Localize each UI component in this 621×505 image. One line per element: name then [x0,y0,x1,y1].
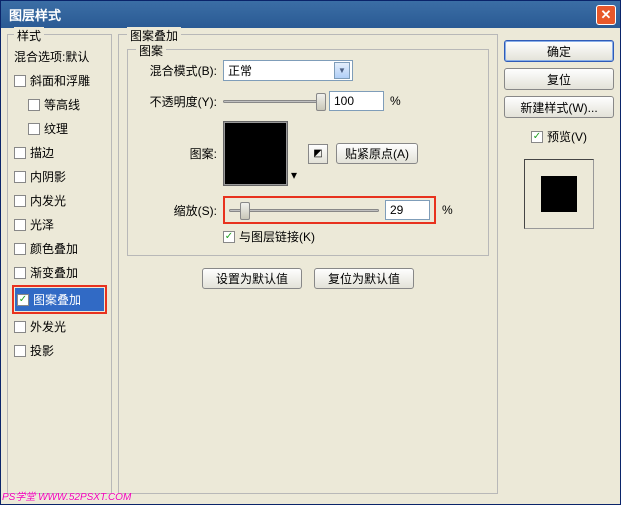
opacity-unit: % [390,94,401,108]
snap-origin-button[interactable]: 贴紧原点(A) [336,143,418,164]
window-title: 图层样式 [5,5,596,24]
style-item-contour[interactable]: 等高线 [12,93,107,116]
scale-slider[interactable] [229,209,379,212]
close-button[interactable]: ✕ [596,5,616,25]
blend-mode-row: 混合模式(B): 正常 ▼ [138,60,478,81]
link-row: ✓与图层链接(K) [223,228,478,245]
default-buttons-row: 设置为默认值 复位为默认值 [127,268,489,289]
preview-checkbox[interactable]: ✓预览(V) [504,128,614,145]
scale-row: 缩放(S): 29 % [138,196,478,224]
chevron-down-icon: ▼ [334,62,350,79]
layer-style-dialog: 图层样式 ✕ 样式 混合选项:默认 斜面和浮雕 等高线 纹理 描边 内阴影 内发… [0,0,621,505]
style-item-color-overlay[interactable]: 颜色叠加 [12,237,107,260]
highlight-pattern-overlay: ✓图案叠加 [12,285,107,314]
style-item-inner-glow[interactable]: 内发光 [12,189,107,212]
pattern-row: 图案: ▾ ◩ 贴紧原点(A) [138,121,478,186]
style-item-stroke[interactable]: 描边 [12,141,107,164]
preview-box [524,159,594,229]
pattern-group: 图案 混合模式(B): 正常 ▼ 不透明度(Y): 100 [127,49,489,256]
style-list-panel: 样式 混合选项:默认 斜面和浮雕 等高线 纹理 描边 内阴影 内发光 光泽 颜色… [7,34,112,498]
pattern-dropdown-icon[interactable]: ▾ [288,121,300,186]
style-item-pattern-overlay[interactable]: ✓图案叠加 [15,288,104,311]
opacity-row: 不透明度(Y): 100 % [138,91,478,111]
opacity-slider[interactable] [223,100,323,103]
pattern-inner-label: 图案 [136,42,166,59]
watermark: PS学堂 WWW.52PSXT.COM [2,488,131,503]
link-with-layer-checkbox[interactable]: ✓与图层链接(K) [223,228,315,245]
style-list-label: 样式 [14,27,44,44]
pattern-label: 图案: [138,145,223,162]
new-style-button[interactable]: 新建样式(W)... [504,96,614,118]
blend-mode-value: 正常 [228,62,334,79]
style-item-inner-shadow[interactable]: 内阴影 [12,165,107,188]
pattern-swatch[interactable] [223,121,288,186]
opacity-input[interactable]: 100 [329,91,384,111]
new-pattern-button[interactable]: ◩ [308,144,328,164]
titlebar: 图层样式 ✕ [1,1,620,28]
style-item-satin[interactable]: 光泽 [12,213,107,236]
reset-default-button[interactable]: 复位为默认值 [314,268,414,289]
set-default-button[interactable]: 设置为默认值 [202,268,302,289]
blend-mode-combo[interactable]: 正常 ▼ [223,60,353,81]
style-item-texture[interactable]: 纹理 [12,117,107,140]
style-list: 混合选项:默认 斜面和浮雕 等高线 纹理 描边 内阴影 内发光 光泽 颜色叠加 … [12,45,107,362]
opacity-slider-thumb[interactable] [316,93,326,111]
opacity-label: 不透明度(Y): [138,93,223,110]
pattern-overlay-group: 图案叠加 图案 混合模式(B): 正常 ▼ 不透明度(Y): [118,34,498,494]
style-list-group: 样式 混合选项:默认 斜面和浮雕 等高线 纹理 描边 内阴影 内发光 光泽 颜色… [7,34,112,494]
scale-slider-thumb[interactable] [240,202,250,220]
blend-mode-label: 混合模式(B): [138,62,223,79]
scale-unit: % [442,203,453,217]
scale-input[interactable]: 29 [385,200,430,220]
ok-button[interactable]: 确定 [504,40,614,62]
blend-options-header[interactable]: 混合选项:默认 [12,45,107,68]
preview-swatch [541,176,577,212]
dialog-body: 样式 混合选项:默认 斜面和浮雕 等高线 纹理 描边 内阴影 内发光 光泽 颜色… [1,28,620,504]
style-item-drop-shadow[interactable]: 投影 [12,339,107,362]
style-item-bevel[interactable]: 斜面和浮雕 [12,69,107,92]
settings-panel: 图案叠加 图案 混合模式(B): 正常 ▼ 不透明度(Y): [118,34,498,498]
scale-label: 缩放(S): [138,202,223,219]
cancel-button[interactable]: 复位 [504,68,614,90]
highlight-scale: 29 [223,196,436,224]
action-panel: 确定 复位 新建样式(W)... ✓预览(V) [504,34,614,498]
style-item-outer-glow[interactable]: 外发光 [12,315,107,338]
style-item-gradient-overlay[interactable]: 渐变叠加 [12,261,107,284]
